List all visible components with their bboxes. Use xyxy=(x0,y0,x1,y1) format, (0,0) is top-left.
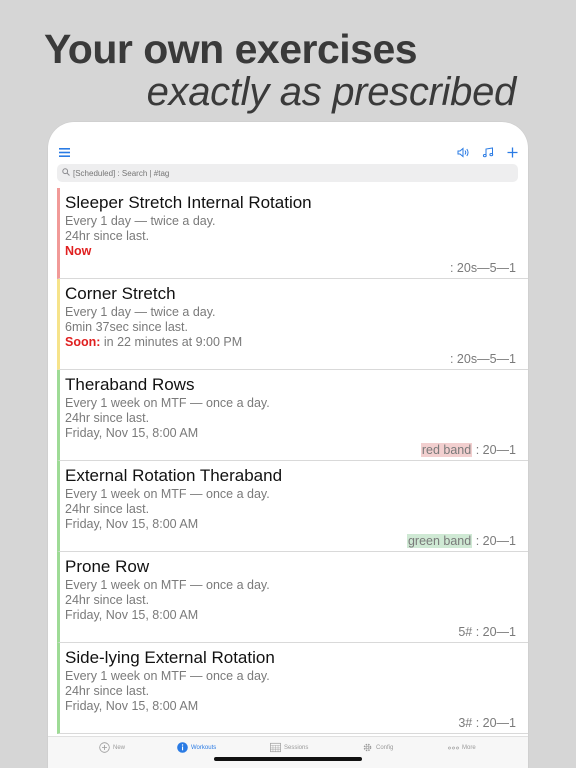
exercise-sets: 3# : 20—1 xyxy=(458,716,516,730)
tab-label: Sessions xyxy=(284,744,309,751)
exercise-next: Soon: in 22 minutes at 9:00 PM xyxy=(65,335,528,350)
tab-more[interactable]: More xyxy=(448,742,476,753)
exercise-sets: red band : 20—1 xyxy=(420,443,516,457)
exercise-since: 24hr since last. xyxy=(65,411,150,425)
search-bar[interactable] xyxy=(57,164,518,182)
speaker-icon[interactable] xyxy=(455,144,471,160)
home-indicator[interactable] xyxy=(214,757,362,761)
exercise-next: Friday, Nov 15, 8:00 AM xyxy=(65,699,199,713)
exercise-title: Theraband Rows xyxy=(65,375,195,394)
exercise-sets: green band : 20—1 xyxy=(406,534,516,548)
list-item[interactable]: Theraband Rows Every 1 week on MTF — onc… xyxy=(57,370,528,461)
headline: Your own exercises xyxy=(44,26,418,72)
exercise-since: 24hr since last. xyxy=(65,229,150,243)
device-screen: Sleeper Stretch Internal Rotation Every … xyxy=(48,122,528,768)
ellipsis-icon xyxy=(448,742,459,753)
exercise-schedule: Every 1 week on MTF — once a day. xyxy=(65,578,270,592)
exercise-schedule: Every 1 week on MTF — once a day. xyxy=(65,487,270,501)
exercise-since: 6min 37sec since last. xyxy=(65,320,188,334)
music-note-icon[interactable] xyxy=(480,144,496,160)
exercise-schedule: Every 1 day — twice a day. xyxy=(65,214,216,228)
search-icon xyxy=(62,168,70,178)
gear-icon xyxy=(362,742,373,753)
list-item[interactable]: Prone Row Every 1 week on MTF — once a d… xyxy=(57,552,528,643)
exercise-schedule: Every 1 week on MTF — once a day. xyxy=(65,396,270,410)
sets-value: : 20—1 xyxy=(472,534,516,548)
exercise-since: 24hr since last. xyxy=(65,684,150,698)
plus-icon[interactable] xyxy=(504,144,520,160)
exercise-next: Friday, Nov 15, 8:00 AM xyxy=(65,608,199,622)
tab-config[interactable]: Config xyxy=(362,742,393,753)
tab-new[interactable]: New xyxy=(99,742,125,753)
exercise-next: Friday, Nov 15, 8:00 AM xyxy=(65,426,199,440)
tag-badge: red band xyxy=(420,443,473,457)
exercise-title: Corner Stretch xyxy=(65,284,176,303)
info-circle-icon xyxy=(177,742,188,753)
tab-label: More xyxy=(462,744,476,751)
tab-label: Config xyxy=(376,744,394,751)
list-item[interactable]: External Rotation Theraband Every 1 week… xyxy=(57,461,528,552)
exercise-title: External Rotation Theraband xyxy=(65,466,283,485)
exercise-sets: 5# : 20—1 xyxy=(458,625,516,639)
exercise-since: 24hr since last. xyxy=(65,593,150,607)
status-badge: Now xyxy=(65,244,92,258)
exercise-next: Friday, Nov 15, 8:00 AM xyxy=(65,517,199,531)
exercise-schedule: Every 1 day — twice a day. xyxy=(65,305,216,319)
list-item[interactable]: Corner Stretch Every 1 day — twice a day… xyxy=(57,279,528,370)
tab-bar: New Workouts Sessions Config More xyxy=(48,736,528,768)
soon-label: Soon: xyxy=(65,335,101,349)
tab-label: Workouts xyxy=(191,744,217,751)
exercise-list: Sleeper Stretch Internal Rotation Every … xyxy=(57,188,528,734)
menu-icon[interactable] xyxy=(56,144,72,160)
search-input[interactable] xyxy=(73,168,493,178)
exercise-title: Sleeper Stretch Internal Rotation xyxy=(65,193,312,212)
exercise-sets: : 20s—5—1 xyxy=(449,261,516,275)
exercise-sets: : 20s—5—1 xyxy=(449,352,516,366)
plus-circle-icon xyxy=(99,742,110,753)
list-item[interactable]: Sleeper Stretch Internal Rotation Every … xyxy=(57,188,528,279)
exercise-title: Prone Row xyxy=(65,557,150,576)
list-item[interactable]: Side-lying External Rotation Every 1 wee… xyxy=(57,643,528,734)
soon-text: in 22 minutes at 9:00 PM xyxy=(100,335,243,349)
exercise-title: Side-lying External Rotation xyxy=(65,648,275,667)
tag-badge: green band xyxy=(406,534,473,548)
tab-workouts[interactable]: Workouts xyxy=(177,742,216,753)
exercise-schedule: Every 1 week on MTF — once a day. xyxy=(65,669,270,683)
sets-value: : 20—1 xyxy=(472,443,516,457)
exercise-since: 24hr since last. xyxy=(65,502,150,516)
calendar-icon xyxy=(270,742,281,753)
tab-label: New xyxy=(113,744,126,751)
subline: exactly as prescribed xyxy=(146,70,517,114)
tab-sessions[interactable]: Sessions xyxy=(270,742,308,753)
toolbar xyxy=(48,140,528,164)
